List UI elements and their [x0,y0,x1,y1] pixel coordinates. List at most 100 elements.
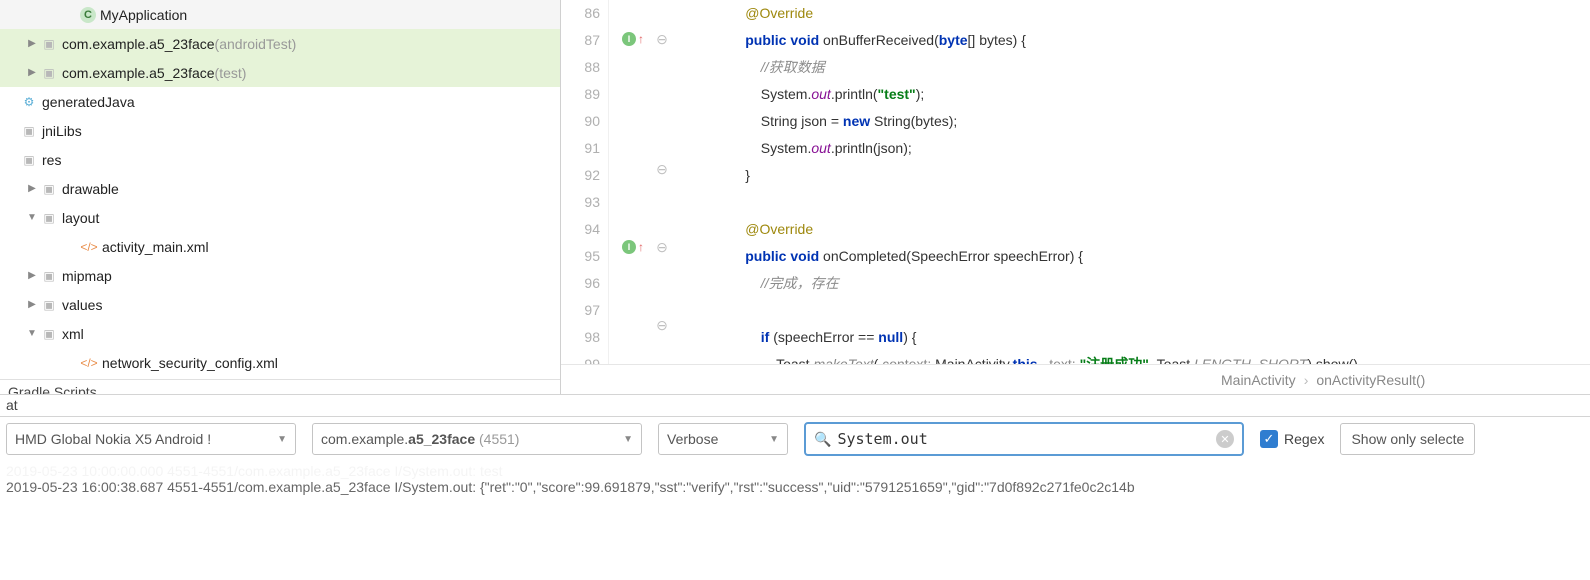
regex-toggle[interactable]: ✓ Regex [1260,430,1324,448]
chevron-right-icon[interactable]: ▶ [24,270,40,281]
tree-item-generatedjava[interactable]: ⚙generatedJava [0,87,560,116]
tree-item-label: xml [62,326,84,342]
class-icon: C [80,7,96,23]
tree-item-label: network_security_config.xml [102,355,278,371]
code-line[interactable]: public void onBufferReceived(byte[] byte… [671,27,1590,54]
tree-item-label: mipmap [62,268,112,284]
chevron-right-icon[interactable]: ▶ [24,299,40,310]
gradle-scripts-node[interactable]: Gradle Scripts [0,379,560,394]
tree-item-label: layout [62,210,99,226]
project-tree-panel: CMyApplication▶▣com.example.a5_23face (a… [0,0,560,394]
log-search-input[interactable] [837,430,1210,448]
code-line[interactable]: Toast.makeText( context: MainActivity.th… [671,351,1590,364]
tree-item-values[interactable]: ▶▣values [0,290,560,319]
process-label: com.example.a5_23face (4551) [321,431,617,447]
log-search-box[interactable]: 🔍 ✕ [804,422,1244,456]
fold-toggle-icon[interactable]: ⊖ [656,156,668,182]
regex-label: Regex [1284,431,1324,447]
tree-item-myapplication[interactable]: CMyApplication [0,0,560,29]
chevron-right-icon[interactable]: ▶ [24,67,40,78]
tree-item-com-example-a5_23face[interactable]: ▶▣com.example.a5_23face (androidTest) [0,29,560,58]
tree-item-mipmap[interactable]: ▶▣mipmap [0,261,560,290]
breadcrumb-class[interactable]: MainActivity [1221,372,1296,388]
editor-breadcrumb[interactable]: MainActivity › onActivityResult() [561,364,1590,394]
logcat-toolbar: HMD Global Nokia X5 Android ! ▼ com.exam… [0,417,1590,461]
code-line[interactable]: System.out.println("test"); [671,81,1590,108]
gen-icon: ⚙ [20,93,38,111]
chevron-down-icon: ▼ [277,434,287,445]
folder-icon: ▣ [20,122,38,140]
folder-icon: ▣ [40,296,58,314]
checkbox-checked-icon: ✓ [1260,430,1278,448]
fold-toggle-icon[interactable]: ⊖ [656,312,668,338]
tree-item-drawable[interactable]: ▶▣drawable [0,174,560,203]
tree-item-suffix: (androidTest) [215,36,297,52]
tree-item-label: activity_main.xml [102,239,209,255]
chevron-right-icon[interactable]: ▶ [24,38,40,49]
gutter-marks: I↑I↑ [609,0,653,364]
process-selector[interactable]: com.example.a5_23face (4551) ▼ [312,423,642,455]
log-level-selector[interactable]: Verbose ▼ [658,423,788,455]
logcat-tab[interactable]: at [0,395,1590,417]
tree-item-label: res [42,152,61,168]
folder-icon: ▣ [40,209,58,227]
package-icon: ▣ [40,64,58,82]
override-arrow-icon[interactable]: ↑ [638,32,644,46]
xml-icon: </> [80,354,98,372]
implements-gutter-icon[interactable]: I [622,32,636,46]
chevron-right-icon: › [1304,372,1309,388]
device-selector[interactable]: HMD Global Nokia X5 Android ! ▼ [6,423,296,455]
code-line[interactable]: } [671,162,1590,189]
code-line[interactable]: String json = new String(bytes); [671,108,1590,135]
tree-item-suffix: (test) [215,65,247,81]
clear-search-icon[interactable]: ✕ [1216,430,1234,448]
search-icon: 🔍 [814,431,831,448]
filter-selector[interactable]: Show only selecte [1340,423,1475,455]
code-line[interactable]: if (speechError == null) { [671,324,1590,351]
chevron-right-icon[interactable]: ▶ [24,183,40,194]
folder-icon: ▣ [40,180,58,198]
log-line: 2019-05-23 16:00:38.687 4551-4551/com.ex… [6,479,1584,495]
chevron-down-icon[interactable]: ▼ [24,212,40,223]
implements-gutter-icon[interactable]: I [622,240,636,254]
code-line[interactable]: @Override [671,216,1590,243]
chevron-down-icon[interactable]: ▼ [24,328,40,339]
tree-item-res[interactable]: ▣res [0,145,560,174]
log-line: 2019-05-23 10:00:00.000 4551-4551/com.ex… [6,463,1584,479]
breadcrumb-method[interactable]: onActivityResult() [1316,372,1425,388]
tree-item-label: drawable [62,181,119,197]
logcat-output[interactable]: 2019-05-23 10:00:00.000 4551-4551/com.ex… [0,461,1590,580]
tree-item-layout[interactable]: ▼▣layout [0,203,560,232]
chevron-down-icon: ▼ [623,434,633,445]
tree-item-jnilibs[interactable]: ▣jniLibs [0,116,560,145]
tree-item-label: jniLibs [42,123,82,139]
code-line[interactable]: @Override [671,0,1590,27]
code-line[interactable]: System.out.println(json); [671,135,1590,162]
code-line[interactable]: public void onCompleted(SpeechError spee… [671,243,1590,270]
filter-label: Show only selecte [1351,431,1464,447]
folder-icon: ▣ [40,325,58,343]
tree-item-xml[interactable]: ▼▣xml [0,319,560,348]
code-line[interactable]: //完成，存在 [671,270,1590,297]
tree-item-network_security_config-xml[interactable]: </>network_security_config.xml [0,348,560,377]
code-editor[interactable]: @Override public void onBufferReceived(b… [671,0,1590,364]
folder-icon: ▣ [20,151,38,169]
editor-panel: 8687888990919293949596979899 I↑I↑ ⊖⊖⊖⊖ @… [560,0,1590,394]
fold-toggle-icon[interactable]: ⊖ [656,26,668,52]
code-line[interactable]: //获取数据 [671,54,1590,81]
line-number-gutter: 8687888990919293949596979899 [561,0,609,364]
code-line[interactable] [671,189,1590,216]
code-line[interactable] [671,297,1590,324]
tree-item-label: MyApplication [100,7,187,23]
fold-toggle-icon[interactable]: ⊖ [656,234,668,260]
log-level-label: Verbose [667,431,763,447]
fold-gutter: ⊖ ⊖ ⊖ ⊖ [653,0,671,364]
tree-item-com-example-a5_23face[interactable]: ▶▣com.example.a5_23face (test) [0,58,560,87]
tree-item-label: generatedJava [42,94,135,110]
override-arrow-icon[interactable]: ↑ [638,240,644,254]
folder-icon: ▣ [40,267,58,285]
tree-item-label: com.example.a5_23face [62,36,215,52]
tree-item-label: values [62,297,102,313]
chevron-down-icon: ▼ [769,434,779,445]
tree-item-activity_main-xml[interactable]: </>activity_main.xml [0,232,560,261]
